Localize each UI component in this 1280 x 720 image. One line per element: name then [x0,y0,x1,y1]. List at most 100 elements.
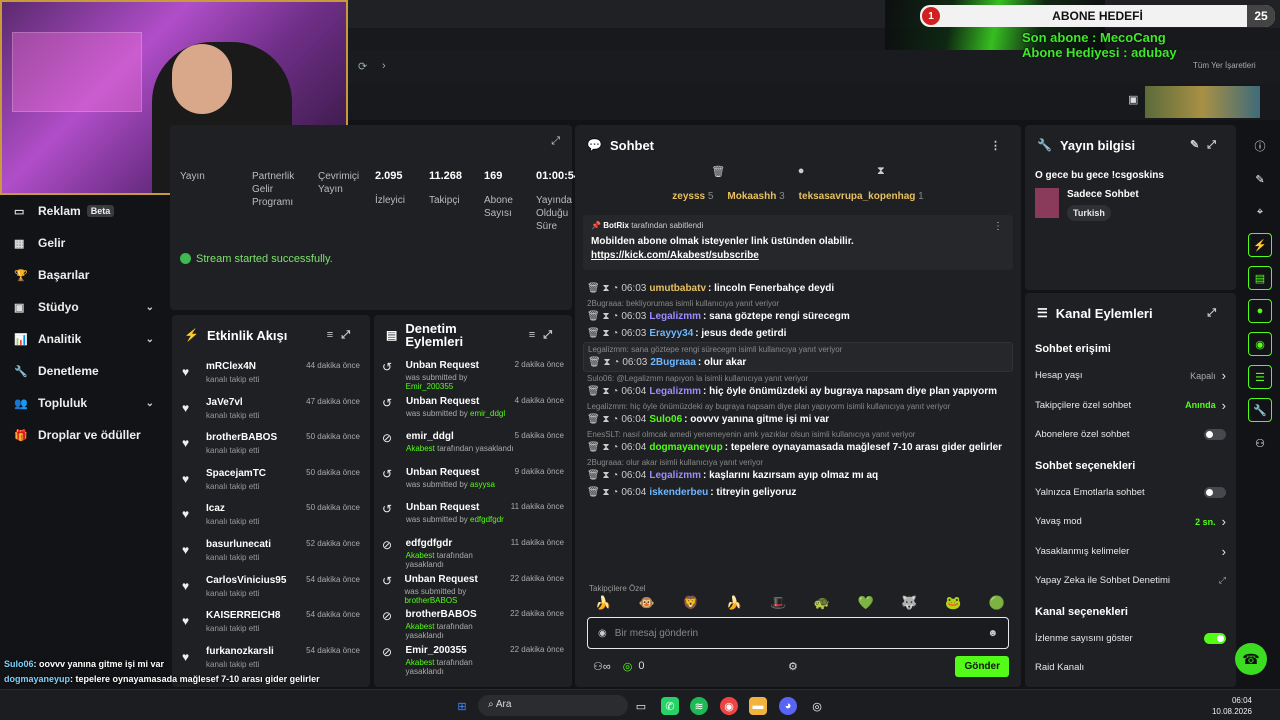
mod-user[interactable]: Akabest [406,622,435,631]
message-user[interactable]: iskenderbeu [649,487,708,498]
mod-user[interactable]: Akabest [406,551,435,560]
action-row[interactable]: Hesap yaşı Kapalı › [1025,361,1236,391]
app-icon[interactable]: ◎ [808,697,826,715]
action-row[interactable]: Raid Kanalı [1025,653,1236,683]
mod-tools[interactable]: ≡⤢ [529,329,560,342]
feed-user[interactable]: CarlosVinicius95 [206,575,286,586]
mod-item[interactable]: ⊘ brotherBABOS Akabest tarafından yasaklan… [374,604,572,640]
mod-tools-icon[interactable]: 🗑 ⧗ ◔ [587,386,618,397]
users-icon[interactable]: ⚇ [1248,431,1272,455]
broadcast-icon[interactable]: ◉ [1248,332,1272,356]
external-link-icon[interactable]: ⤢ [1219,575,1226,586]
chat-input[interactable]: ◉ Bir mesaj gönderin ☻ [587,617,1009,649]
category-name[interactable]: Sadece Sohbet [1067,189,1139,200]
users-icon[interactable]: ⚇∞ [593,660,611,673]
sidebar-item-3[interactable]: ▣ Stüdyo ⌄ [0,291,166,323]
mod-item[interactable]: ↺ Unban Request was submitted by brotherBA… [374,569,572,605]
feed-tools[interactable]: ≡⤢ [327,329,358,342]
message-user[interactable]: Legalizmm [649,470,701,481]
sidebar-item-2[interactable]: 🏆 Başarılar [0,259,166,291]
mod-tools-icon[interactable]: 🗑 ⧗ ◔ [587,311,618,322]
edit-icon[interactable]: ✎⤢ [1190,138,1224,152]
chat-message[interactable]: EnesSLT: nasıl olmcak amedi yenemeyenin … [583,428,1013,456]
chevron-right-icon[interactable]: › [1222,544,1226,559]
sidebar-item-1[interactable]: ▦ Gelir [0,227,166,259]
mod-tools-icon[interactable]: 🗑 ⧗ ◔ [587,414,618,425]
mod-user[interactable]: Akabest [406,444,435,453]
mod-tools-icon[interactable]: 🗑 ⧗ ◔ [587,283,618,294]
action-row[interactable]: İzlenme sayısını göster [1025,624,1236,654]
feed-user[interactable]: brotherBABOS [206,432,277,443]
bookmarks-link[interactable]: Tüm Yer İşaretleri [1193,61,1256,70]
mod-item[interactable]: ⊘ emir_ddgl Akabest tarafından yasaklandı 5… [374,426,572,462]
message-user[interactable]: dogmayaneyup [649,442,722,453]
info-icon[interactable]: ⓘ [1248,134,1272,158]
mod-tools-icon[interactable]: 🗑 ⧗ ◔ [587,470,618,481]
pin-menu-icon[interactable]: ⋮ [993,221,1003,232]
chat-message[interactable]: 🗑 ⧗ ◔ 06:03 Erayyy34: jesus dede getirdi [583,325,1013,342]
message-user[interactable]: Sulo06 [649,414,682,425]
chat-message[interactable]: 🗑 ⧗ ◔ 06:03 umutbabatv: lincoln Fenerbahçe… [583,280,1013,297]
feed-user[interactable]: JaVe7vl [206,397,259,408]
mod-item[interactable]: ↺ Unban Request was submitted by edfgdfgdr… [374,497,572,533]
chat-icon[interactable]: ● [1248,299,1272,323]
scan-icon[interactable]: ⌖ [1248,200,1272,224]
sidebar-item-6[interactable]: 👥 Topluluk ⌄ [0,387,166,419]
toggle-switch[interactable] [1204,632,1226,644]
sidebar-item-4[interactable]: 📊 Analitik ⌄ [0,323,166,355]
mod-tools-icon[interactable]: 🗑 ⧗ ◔ [587,487,618,498]
action-row[interactable]: Yavaş mod 2 sn. › [1025,507,1236,537]
chevron-right-icon[interactable]: › [1222,368,1226,383]
sidebar-item-0[interactable]: ▭ Reklam Beta [0,195,166,227]
mod-user[interactable]: Akabest [406,658,435,667]
chat-menu-icon[interactable]: ⋮ [990,139,1009,152]
message-user[interactable]: umutbabatv [649,283,706,294]
mod-user[interactable]: asyysa [470,480,495,489]
sync-icon[interactable]: ⟳ [358,60,367,73]
action-row[interactable]: Yasaklanmış kelimeler › [1025,537,1236,567]
chat-message[interactable]: 2Bugraaa: olur akar isimli kullanıcıya y… [583,456,1013,484]
taskview-icon[interactable]: ▭ [632,697,650,715]
discord-icon[interactable]: ◕ [779,697,797,715]
chevron-right-icon[interactable]: › [1222,514,1226,529]
chat-message[interactable]: 2Bugraaa: bekliyorumas isimli kullanıcıy… [583,297,1013,325]
mod-item[interactable]: ↺ Unban Request was submitted by emir_ddgl… [374,391,572,427]
points-icon[interactable]: ◎ [623,660,633,673]
emote-bar[interactable]: 🍌 🐵 🦁 🍌 🎩 🐢 💚 🐺 🐸 🟢 [595,595,1005,611]
mod-tools-icon[interactable]: 🗑 ⧗ ◔ [587,442,618,453]
message-user[interactable]: Erayyy34 [649,328,693,339]
feed-user[interactable]: KAISERREICH8 [206,610,280,621]
mod-item[interactable]: ↺ Unban Request was submitted by asyysa 9 d… [374,462,572,498]
chat-message[interactable]: Legalizmm: sana göztepe rengi sürecegm i… [583,342,1013,372]
mod-tools-icon[interactable]: 🗑 ⧗ ◔ [587,328,618,339]
action-row[interactable]: Yalnızca Emotlarla sohbet [1025,478,1236,508]
feed-user[interactable]: Icaz [206,503,259,514]
emoji-icon[interactable]: ☻ [987,628,998,639]
chat-bubble-icon[interactable]: ● [798,165,805,185]
gifter[interactable]: Mokaashh 3 [727,191,784,202]
message-user[interactable]: Legalizmm [649,311,701,322]
mod-user[interactable]: emir_ddgl [470,409,505,418]
mod-user[interactable]: edfgdfgdr [470,515,504,524]
hourglass-icon[interactable]: ⧗ [877,165,885,185]
chevron-down-icon[interactable]: ⌄ [146,302,154,313]
action-row[interactable]: Yapay Zeka ile Sohbet Denetimi ⤢ [1025,566,1236,596]
action-row[interactable]: Takipçilere özel sohbet Anında › [1025,391,1236,421]
trash-icon[interactable]: 🗑 [711,165,725,185]
action-row[interactable]: Abonelere özel sohbet [1025,420,1236,450]
spotify-icon[interactable]: ≋ [690,697,708,715]
bolt-icon[interactable]: ⚡ [1248,233,1272,257]
message-user[interactable]: Legalizmm [649,386,701,397]
chevron-down-icon[interactable]: ⌄ [146,334,154,345]
chat-settings-icon[interactable]: ⚙ [788,660,798,673]
mod-user[interactable]: brotherBABOS [404,596,457,605]
forward-icon[interactable]: › [382,60,386,72]
send-button[interactable]: Gönder [955,655,1009,677]
wrench-icon[interactable]: 🔧 [1248,398,1272,422]
mod-item[interactable]: ↺ Unban Request was submitted by Emir_2003… [374,355,572,391]
camera-icon[interactable]: ▣ [1128,93,1142,107]
chat-message[interactable]: Legalizmm: hiç öyle önümüzdeki ay bugray… [583,400,1013,428]
feed-user[interactable]: basurlunecati [206,539,271,550]
pencil-icon[interactable]: ✎ [1248,167,1272,191]
expand-icon[interactable]: ⤢ [551,135,560,148]
